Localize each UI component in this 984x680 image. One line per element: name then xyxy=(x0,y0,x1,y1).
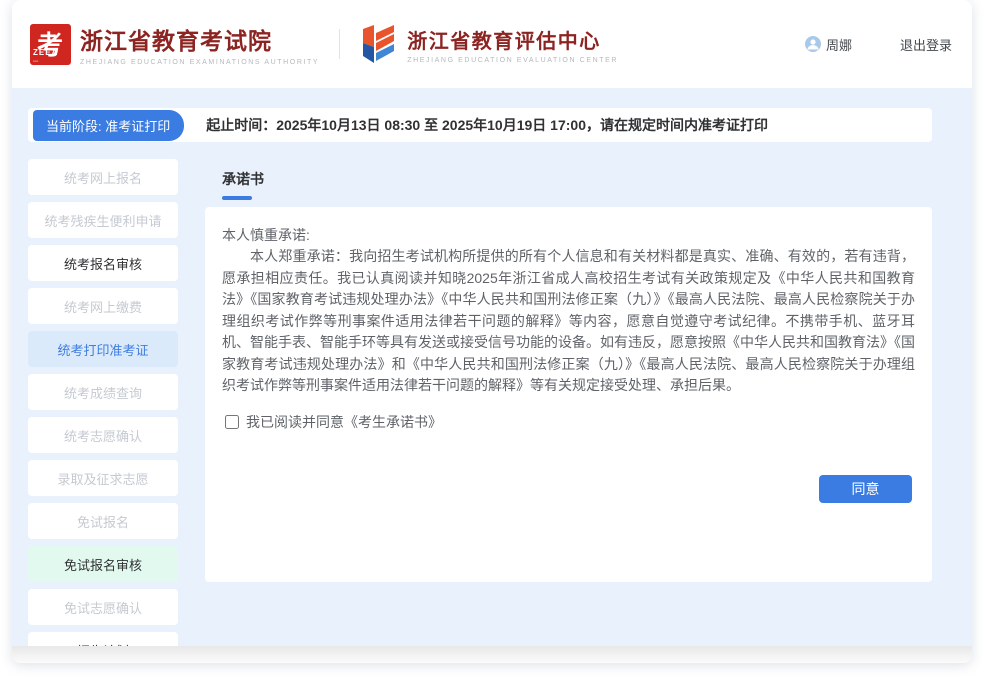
tabbar: 承诺书 xyxy=(205,159,932,207)
evaluation-center-title: 浙江省教育评估中心 xyxy=(407,25,618,54)
sidebar: 统考网上报名统考残疾生便利申请统考报名审核统考网上缴费统考打印准考证统考成绩查询… xyxy=(28,159,178,663)
tab-promise-letter[interactable]: 承诺书 xyxy=(222,169,264,200)
sidebar-item[interactable]: 免试志愿确认 xyxy=(28,589,178,625)
header: 考 ZEEA ▪▪▪▪▪ 浙江省教育考试院 ZHEJIANG EDUCATION… xyxy=(12,0,972,88)
logout-link[interactable]: 退出登录 xyxy=(900,35,952,54)
sidebar-item[interactable]: 统考打印准考证 xyxy=(28,331,178,367)
stage-notice-bar: 当前阶段: 准考证打印 起止时间：2025年10月13日 08:30 至 202… xyxy=(28,108,932,142)
zeea-abbr: ZEEA xyxy=(33,48,58,57)
promise-heading: 本人慎重承诺: xyxy=(222,224,915,246)
sidebar-item[interactable]: 免试报名审核 xyxy=(28,546,178,582)
stage-notice-text: 起止时间：2025年10月13日 08:30 至 2025年10月19日 17:… xyxy=(206,115,768,135)
agree-checkbox-label[interactable]: 我已阅读并同意《考生承诺书》 xyxy=(246,412,442,432)
evaluation-center-logo xyxy=(360,23,398,65)
tab-promise-letter-label: 承诺书 xyxy=(222,171,264,187)
sidebar-item[interactable]: 录取及征求志愿 xyxy=(28,460,178,496)
sidebar-item[interactable]: 统考残疾生便利申请 xyxy=(28,202,178,238)
main-panel: 承诺书 本人慎重承诺: 本人郑重承诺：我向招生考试机构所提供的所有个人信息和有关… xyxy=(205,159,932,663)
exam-authority-brand: 考 ZEEA ▪▪▪▪▪ 浙江省教育考试院 ZHEJIANG EDUCATION… xyxy=(30,22,319,66)
agree-button[interactable]: 同意 xyxy=(819,475,912,503)
header-divider xyxy=(339,29,340,59)
user-name[interactable]: 周娜 xyxy=(826,35,852,54)
stage-badge: 当前阶段: 准考证打印 xyxy=(33,110,184,141)
agree-checkbox[interactable] xyxy=(225,415,239,429)
sidebar-item[interactable]: 统考成绩查询 xyxy=(28,374,178,410)
user-menu[interactable]: 周娜 xyxy=(805,35,852,54)
tab-active-indicator xyxy=(222,196,252,200)
evaluation-center-brand: 浙江省教育评估中心 ZHEJIANG EDUCATION EVALUATION … xyxy=(360,23,618,65)
sidebar-item[interactable]: 统考志愿确认 xyxy=(28,417,178,453)
promise-card: 本人慎重承诺: 本人郑重承诺：我向招生考试机构所提供的所有个人信息和有关材料都是… xyxy=(205,207,932,582)
sidebar-item[interactable]: 统考网上缴费 xyxy=(28,288,178,324)
exam-authority-subtitle: ZHEJIANG EDUCATION EXAMINATIONS AUTHORIT… xyxy=(80,59,319,66)
exam-authority-logo: 考 ZEEA ▪▪▪▪▪ xyxy=(30,24,71,65)
sidebar-item[interactable]: 统考网上报名 xyxy=(28,159,178,195)
sidebar-item[interactable]: 免试报名 xyxy=(28,503,178,539)
app-window: 考 ZEEA ▪▪▪▪▪ 浙江省教育考试院 ZHEJIANG EDUCATION… xyxy=(12,0,972,663)
exam-authority-title: 浙江省教育考试院 xyxy=(80,22,319,56)
user-avatar-icon xyxy=(805,36,821,52)
window-bottom-edge xyxy=(12,646,972,663)
sidebar-item[interactable]: 统考报名审核 xyxy=(28,245,178,281)
promise-body-text: 本人郑重承诺：我向招生考试机构所提供的所有个人信息和有关材料都是真实、准确、有效… xyxy=(222,246,915,397)
logo-fineprint: ▪▪▪▪▪ xyxy=(33,60,38,62)
evaluation-center-subtitle: ZHEJIANG EDUCATION EVALUATION CENTER xyxy=(407,57,618,64)
